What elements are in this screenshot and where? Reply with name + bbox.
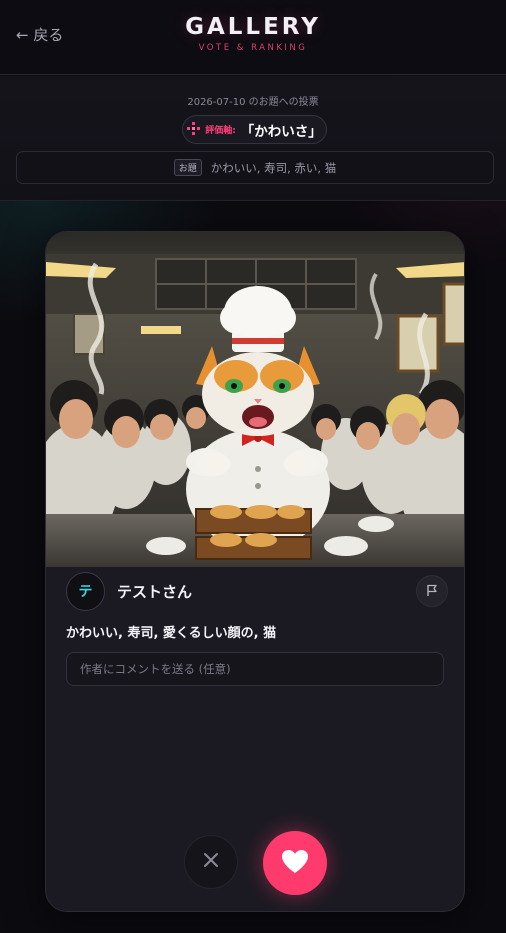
report-button[interactable] [416, 575, 448, 607]
topic-badge: お題 [173, 159, 202, 176]
vote-info-section: 2026-07-10 のお題への投票 評価軸: 「かわいさ」 お題 かわいい, … [0, 76, 506, 201]
page-subtitle: VOTE & RANKING [198, 43, 308, 53]
avatar[interactable]: テ [66, 571, 105, 611]
brand: GALLERY VOTE & RANKING [0, 14, 506, 53]
evaluation-axis-label: 評価軸: [205, 126, 236, 136]
author-row: テ テストさん [66, 571, 448, 611]
cat-chef-artwork [46, 254, 464, 567]
vote-date: 2026-07-10 のお題への投票 [187, 97, 319, 108]
evaluation-axis-value: 「かわいさ」 [240, 123, 322, 140]
card-top-strip [46, 232, 464, 254]
skip-button[interactable] [184, 835, 238, 889]
topic-box: お題 かわいい, 寿司, 赤い, 猫 [16, 151, 494, 184]
close-icon [203, 852, 219, 872]
like-button[interactable] [263, 831, 327, 895]
artwork-caption: かわいい, 寿司, 愛くるしい顔の, 猫 [66, 626, 277, 641]
author-name[interactable]: テストさん [117, 581, 192, 602]
evaluation-axis-badge: 評価軸: 「かわいさ」 [182, 115, 327, 144]
flag-icon [426, 582, 438, 601]
comment-input[interactable] [66, 652, 444, 686]
topic-text: かわいい, 寿司, 赤い, 猫 [210, 160, 337, 175]
page-title: GALLERY [185, 14, 321, 40]
sparkle-icon [187, 121, 201, 138]
artwork-card: テ テストさん かわいい, 寿司, 愛くるしい顔の, 猫 [45, 231, 465, 912]
heart-icon [281, 849, 309, 878]
app-header: ← 戻る GALLERY VOTE & RANKING [0, 0, 506, 75]
